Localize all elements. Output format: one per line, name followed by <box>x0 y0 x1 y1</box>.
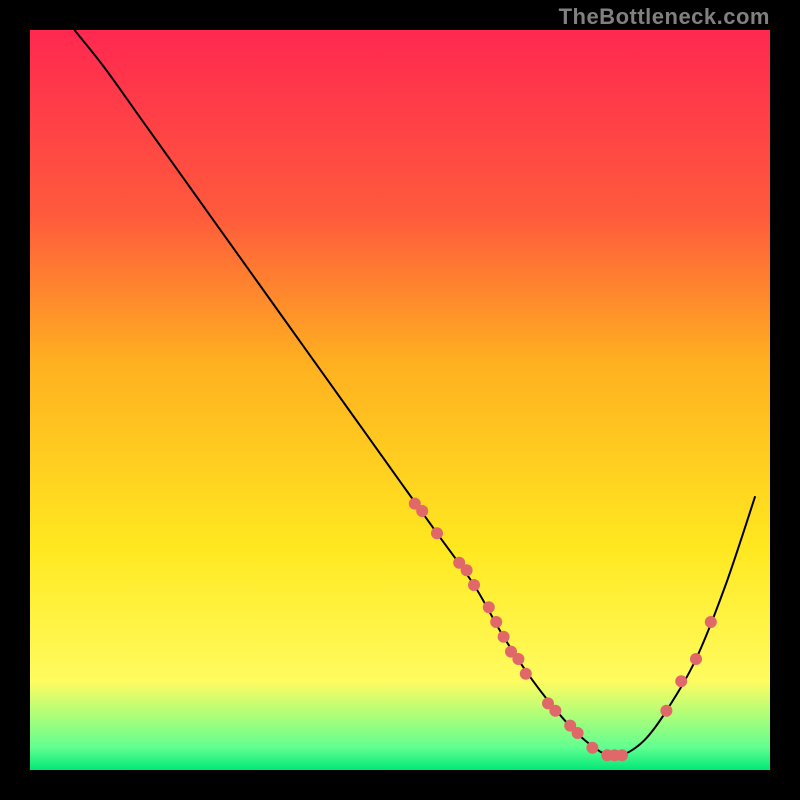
data-point <box>461 564 473 576</box>
data-point <box>490 616 502 628</box>
data-point <box>586 742 598 754</box>
data-point <box>675 675 687 687</box>
chart-svg <box>30 30 770 770</box>
data-point <box>705 616 717 628</box>
gradient-background <box>30 30 770 770</box>
data-point <box>660 705 672 717</box>
watermark-text: TheBottleneck.com <box>559 4 770 30</box>
data-point <box>483 601 495 613</box>
data-point <box>512 653 524 665</box>
data-point <box>498 631 510 643</box>
data-point <box>572 727 584 739</box>
data-point <box>416 505 428 517</box>
data-point <box>520 668 532 680</box>
data-point <box>690 653 702 665</box>
data-point <box>431 527 443 539</box>
data-point <box>549 705 561 717</box>
chart-container: TheBottleneck.com <box>0 0 800 800</box>
plot-area <box>30 30 770 770</box>
data-point <box>616 749 628 761</box>
data-point <box>468 579 480 591</box>
